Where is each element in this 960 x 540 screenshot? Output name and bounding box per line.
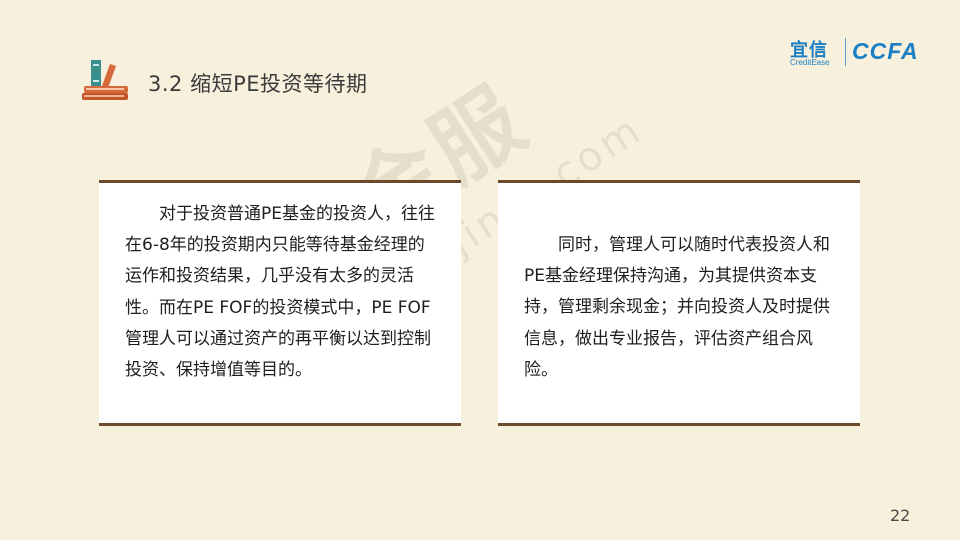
page-number: 22: [890, 506, 911, 525]
card-text: 同时，管理人可以随时代表投资人和PE基金经理保持沟通，为其提供资本支持，管理剩余…: [524, 235, 830, 380]
text-card-right: 同时，管理人可以随时代表投资人和PE基金经理保持沟通，为其提供资本支持，管理剩余…: [498, 180, 860, 426]
slide-title: 3.2 缩短PE投资等待期: [148, 72, 368, 96]
logo-creditease-en: CreditEase: [790, 58, 830, 67]
logo-ccfa: CCFA: [852, 38, 919, 64]
company-logo: 宜信 CreditEase CCFA: [790, 36, 940, 70]
books-icon: [82, 58, 132, 102]
text-card-left: 对于投资普通PE基金的投资人，往往在6-8年的投资期内只能等待基金经理的运作和投…: [99, 180, 461, 426]
card-text: 对于投资普通PE基金的投资人，往往在6-8年的投资期内只能等待基金经理的运作和投…: [125, 204, 435, 381]
logo-divider: [845, 38, 846, 66]
